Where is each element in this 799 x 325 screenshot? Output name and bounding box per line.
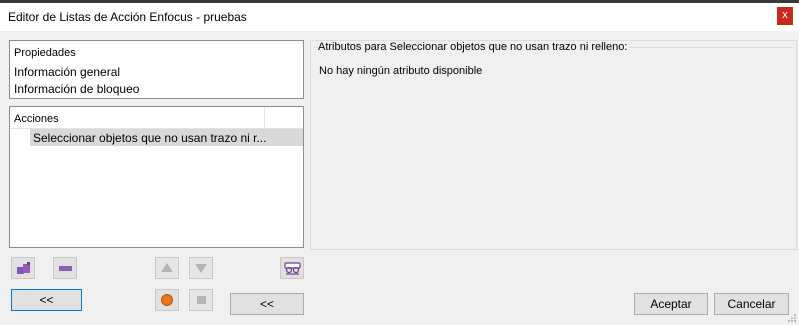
add-action-icon [17, 262, 30, 274]
collapse-left-button[interactable]: << [11, 289, 82, 311]
move-down-icon [195, 264, 207, 273]
accept-button[interactable]: Aceptar [634, 293, 708, 315]
move-up-button[interactable] [155, 257, 179, 279]
record-icon [161, 294, 173, 306]
preview-icon [284, 262, 301, 275]
actions-header: Acciones [14, 113, 59, 125]
remove-action-button[interactable] [53, 257, 77, 279]
stop-icon [197, 296, 206, 304]
collapse-middle-button[interactable]: << [230, 293, 304, 315]
close-button[interactable]: x [777, 7, 793, 25]
column-separator [264, 107, 265, 129]
move-down-button[interactable] [189, 257, 213, 279]
attributes-title: Atributos para Seleccionar objetos que n… [318, 41, 630, 53]
properties-header: Propiedades [14, 47, 76, 59]
record-button[interactable] [155, 289, 179, 311]
window-title: Editor de Listas de Acción Enfocus - pru… [8, 10, 247, 24]
remove-action-icon [59, 266, 72, 271]
actions-column-header: Acciones [10, 107, 303, 129]
actions-item-selected[interactable]: Seleccionar objetos que no usan trazo ni… [30, 129, 303, 146]
cancel-button[interactable]: Cancelar [714, 293, 789, 315]
attributes-empty-message: No hay ningún atributo disponible [319, 65, 483, 77]
move-up-icon [161, 263, 173, 272]
preview-button[interactable] [280, 257, 304, 279]
resize-grip-icon[interactable] [787, 313, 797, 323]
stop-button[interactable] [189, 289, 213, 311]
actions-list[interactable]: Acciones Seleccionar objetos que no usan… [9, 106, 304, 248]
add-action-button[interactable] [11, 257, 35, 279]
properties-list[interactable]: Propiedades Información general Informac… [9, 40, 304, 99]
properties-item-general-info[interactable]: Información general [14, 65, 120, 79]
title-bar: Editor de Listas de Acción Enfocus - pru… [0, 3, 799, 31]
actions-item-label: Seleccionar objetos que no usan trazo ni… [33, 131, 267, 145]
properties-item-lock-info[interactable]: Información de bloqueo [14, 82, 139, 96]
